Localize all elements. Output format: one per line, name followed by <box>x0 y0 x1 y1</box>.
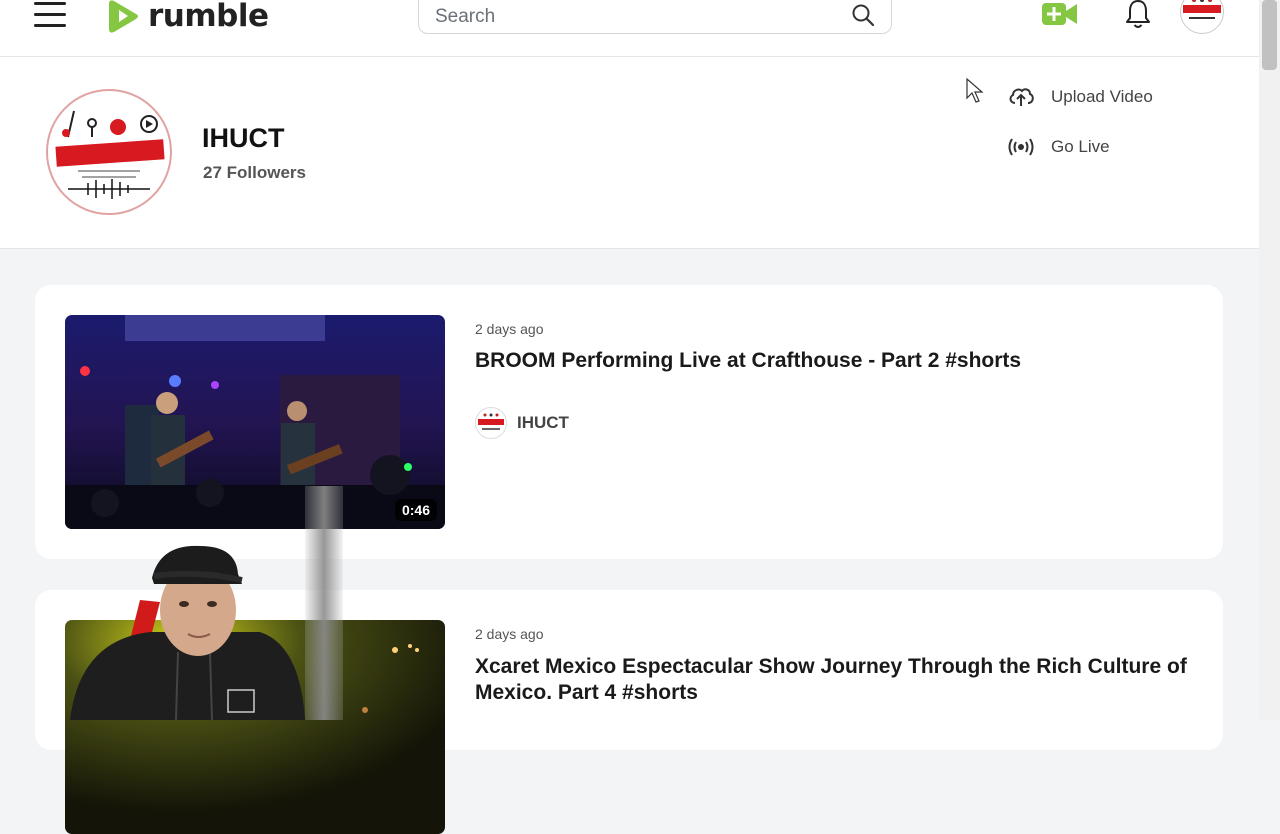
channel-avatar <box>46 89 172 215</box>
upload-camera-icon[interactable] <box>1042 1 1078 27</box>
video-title[interactable]: Xcaret Mexico Espectacular Show Journey … <box>475 654 1205 706</box>
logo-text: rumble <box>148 0 269 34</box>
broadcast-icon <box>1008 138 1034 156</box>
go-live-button[interactable]: Go Live <box>1008 137 1110 157</box>
bell-icon[interactable] <box>1124 0 1152 30</box>
rumble-logo[interactable]: rumble <box>106 0 269 36</box>
channel-header: IHUCT 27 Followers Upload Video Go Live <box>0 57 1259 249</box>
video-thumbnail[interactable]: 0:46 <box>65 315 445 529</box>
channel-link-name: IHUCT <box>517 413 569 432</box>
search-icon[interactable] <box>851 3 875 27</box>
go-live-label: Go Live <box>1051 137 1110 156</box>
upload-time: 2 days ago <box>475 626 544 642</box>
channel-mini-avatar <box>475 407 507 439</box>
user-avatar[interactable] <box>1180 0 1224 34</box>
mouse-cursor-icon <box>966 78 984 103</box>
top-navigation-bar: rumble <box>0 0 1259 57</box>
follower-count: 27 Followers <box>203 163 306 182</box>
search-input[interactable] <box>435 3 835 31</box>
video-card: 0:46 2 days ago BROOM Performing Live at… <box>35 285 1223 559</box>
video-duration: 0:46 <box>394 499 437 521</box>
motion-blur-artifact <box>305 486 343 720</box>
webcam-overlay <box>70 545 305 720</box>
scrollbar-thumb[interactable] <box>1262 0 1277 70</box>
video-title[interactable]: BROOM Performing Live at Crafthouse - Pa… <box>475 348 1205 374</box>
upload-time: 2 days ago <box>475 321 544 337</box>
rumble-logo-icon <box>109 0 138 33</box>
upload-video-button[interactable]: Upload Video <box>1008 86 1153 108</box>
search-bar <box>418 0 892 34</box>
cloud-upload-icon <box>1009 88 1034 106</box>
menu-icon[interactable] <box>34 2 66 28</box>
upload-video-label: Upload Video <box>1051 87 1153 106</box>
channel-link[interactable]: IHUCT <box>475 407 569 439</box>
scrollbar-track[interactable] <box>1259 0 1280 720</box>
channel-name: IHUCT <box>202 123 285 153</box>
